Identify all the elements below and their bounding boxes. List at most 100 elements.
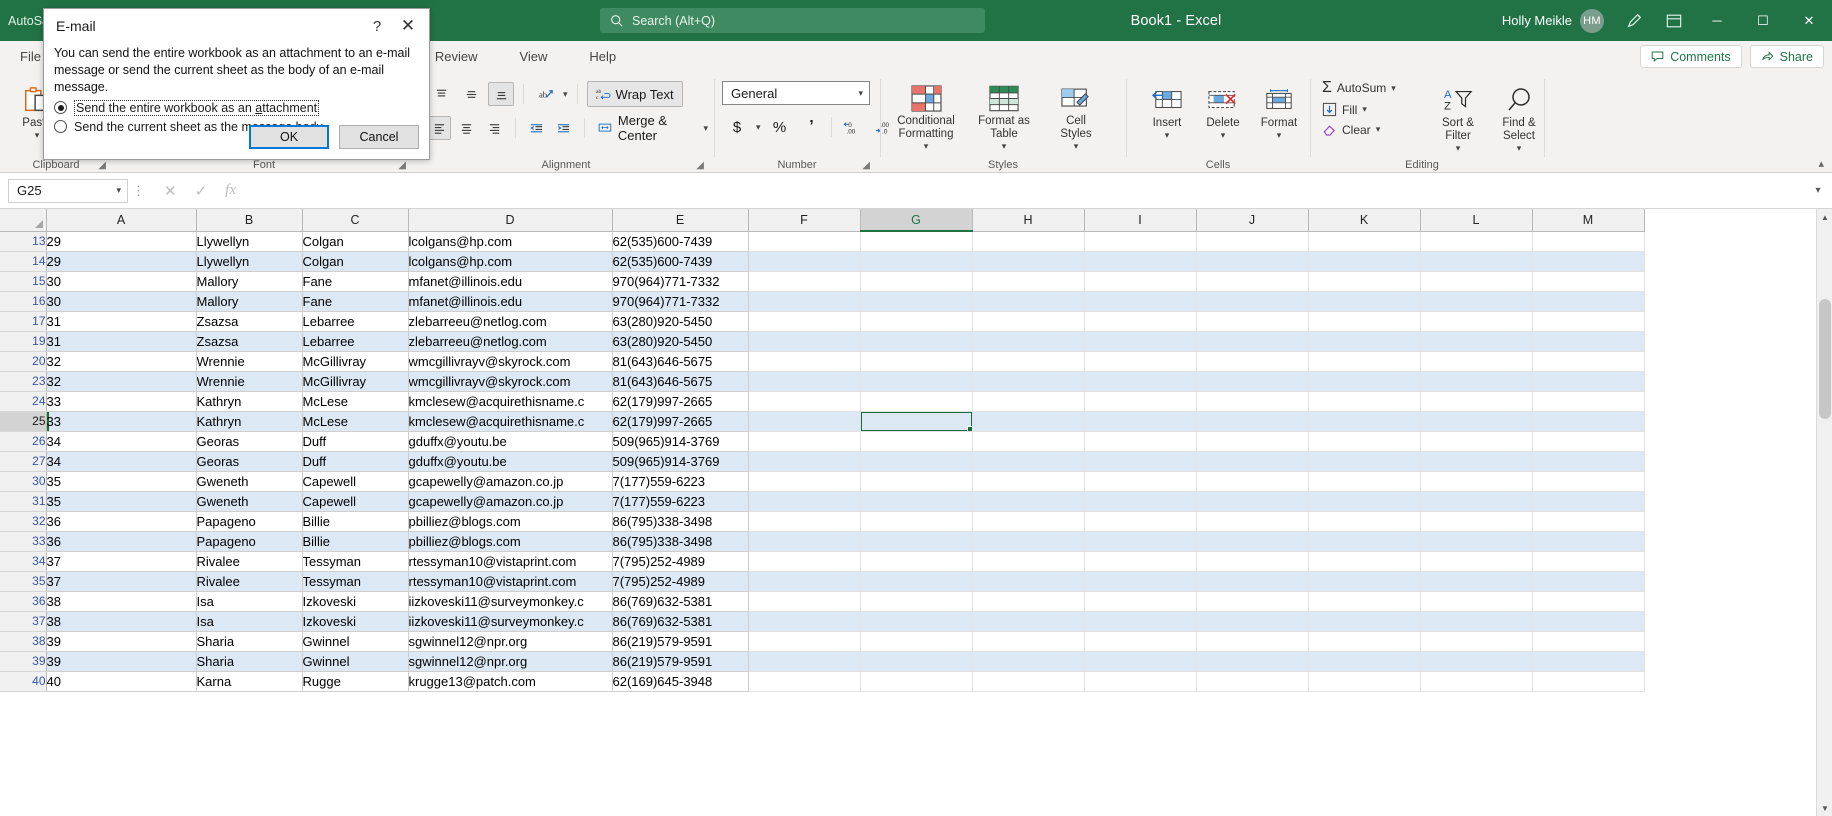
cell-H14[interactable] [972, 251, 1085, 272]
name-box[interactable]: G25 ▾ [8, 178, 128, 203]
tab-review[interactable]: Review [423, 45, 490, 68]
formula-input[interactable] [249, 178, 1804, 203]
cell-J13[interactable] [1196, 231, 1309, 252]
cell-E20[interactable]: 81(643)646-5675 [612, 351, 749, 372]
cell-H40[interactable] [972, 671, 1085, 692]
cell-A17[interactable]: 31 [46, 311, 197, 332]
cell-F25[interactable] [748, 411, 861, 432]
cell-H36[interactable] [972, 591, 1085, 612]
cell-L16[interactable] [1420, 291, 1533, 312]
cell-F34[interactable] [748, 551, 861, 572]
cell-B37[interactable]: Isa [196, 611, 303, 632]
cell-L25[interactable] [1420, 411, 1533, 432]
cell-H23[interactable] [972, 371, 1085, 392]
cell-I25[interactable] [1084, 411, 1197, 432]
cell-D20[interactable]: wmcgillivrayv@skyrock.com [408, 351, 613, 372]
cell-F19[interactable] [748, 331, 861, 352]
cell-E31[interactable]: 7(177)559-6223 [612, 491, 749, 512]
cell-C37[interactable]: Izkoveski [302, 611, 409, 632]
column-header-h[interactable]: H [972, 209, 1085, 232]
align-center-button[interactable] [455, 116, 478, 140]
row-header-26[interactable]: 26 [0, 431, 47, 452]
select-all-button[interactable] [0, 209, 47, 232]
cell-K26[interactable] [1308, 431, 1421, 452]
column-header-j[interactable]: J [1196, 209, 1309, 232]
cell-G19[interactable] [860, 331, 973, 352]
cell-K15[interactable] [1308, 271, 1421, 292]
cell-G24[interactable] [860, 391, 973, 412]
cell-J16[interactable] [1196, 291, 1309, 312]
cell-A31[interactable]: 35 [46, 491, 197, 512]
cell-F40[interactable] [748, 671, 861, 692]
chevron-down-icon[interactable]: ▾ [704, 123, 709, 134]
cell-H15[interactable] [972, 271, 1085, 292]
cell-H32[interactable] [972, 511, 1085, 532]
cell-E34[interactable]: 7(795)252-4989 [612, 551, 749, 572]
cell-M17[interactable] [1532, 311, 1645, 332]
cell-K38[interactable] [1308, 631, 1421, 652]
row-header-19[interactable]: 19 [0, 331, 47, 352]
cell-D38[interactable]: sgwinnel12@npr.org [408, 631, 613, 652]
row-header-17[interactable]: 17 [0, 311, 47, 332]
cell-M27[interactable] [1532, 451, 1645, 472]
cell-G30[interactable] [860, 471, 973, 492]
cell-G14[interactable] [860, 251, 973, 272]
cell-H26[interactable] [972, 431, 1085, 452]
autosum-button[interactable]: Σ AutoSum ▾ [1322, 79, 1396, 97]
ribbon-display-options-icon[interactable] [1654, 0, 1694, 41]
cell-E32[interactable]: 86(795)338-3498 [612, 511, 749, 532]
cell-G33[interactable] [860, 531, 973, 552]
cell-E13[interactable]: 62(535)600-7439 [612, 231, 749, 252]
cell-D35[interactable]: rtessyman10@vistaprint.com [408, 571, 613, 592]
cell-E38[interactable]: 86(219)579-9591 [612, 631, 749, 652]
cell-K14[interactable] [1308, 251, 1421, 272]
cell-C34[interactable]: Tessyman [302, 551, 409, 572]
cell-A20[interactable]: 32 [46, 351, 197, 372]
cell-E35[interactable]: 7(795)252-4989 [612, 571, 749, 592]
cell-I14[interactable] [1084, 251, 1197, 272]
cell-J23[interactable] [1196, 371, 1309, 392]
cell-I39[interactable] [1084, 651, 1197, 672]
cell-J26[interactable] [1196, 431, 1309, 452]
cell-M33[interactable] [1532, 531, 1645, 552]
cell-H38[interactable] [972, 631, 1085, 652]
expand-formula-bar-button[interactable]: ▾ [1804, 185, 1832, 196]
cell-J39[interactable] [1196, 651, 1309, 672]
cell-H24[interactable] [972, 391, 1085, 412]
cell-C40[interactable]: Rugge [302, 671, 409, 692]
increase-decimal-button[interactable]: 0 .00 [838, 115, 864, 139]
tab-view[interactable]: View [507, 45, 559, 68]
column-header-g[interactable]: G [860, 209, 973, 232]
cell-D39[interactable]: sgwinnel12@npr.org [408, 651, 613, 672]
cell-E37[interactable]: 86(769)632-5381 [612, 611, 749, 632]
cell-L40[interactable] [1420, 671, 1533, 692]
cell-H33[interactable] [972, 531, 1085, 552]
cell-E25[interactable]: 62(179)997-2665 [612, 411, 749, 432]
cell-I26[interactable] [1084, 431, 1197, 452]
cell-D34[interactable]: rtessyman10@vistaprint.com [408, 551, 613, 572]
minimize-button[interactable]: ─ [1694, 0, 1740, 41]
cell-G40[interactable] [860, 671, 973, 692]
scrollbar-thumb[interactable] [1819, 299, 1831, 419]
chevron-down-icon[interactable]: ▾ [563, 89, 568, 100]
cell-C30[interactable]: Capewell [302, 471, 409, 492]
cell-A37[interactable]: 38 [46, 611, 197, 632]
cell-D24[interactable]: kmclesew@acquirethisname.c [408, 391, 613, 412]
cell-K25[interactable] [1308, 411, 1421, 432]
cell-L26[interactable] [1420, 431, 1533, 452]
currency-format-button[interactable]: $ [724, 115, 750, 139]
cell-F23[interactable] [748, 371, 861, 392]
cell-B27[interactable]: Georas [196, 451, 303, 472]
cell-A27[interactable]: 34 [46, 451, 197, 472]
cell-G27[interactable] [860, 451, 973, 472]
cell-G26[interactable] [860, 431, 973, 452]
cell-M16[interactable] [1532, 291, 1645, 312]
cell-B34[interactable]: Rivalee [196, 551, 303, 572]
cell-K32[interactable] [1308, 511, 1421, 532]
account-button[interactable]: Holly Meikle HM [1502, 8, 1604, 33]
cell-F27[interactable] [748, 451, 861, 472]
row-header-36[interactable]: 36 [0, 591, 47, 612]
cell-L33[interactable] [1420, 531, 1533, 552]
cancel-icon[interactable]: ✕ [164, 182, 177, 200]
align-left-button[interactable] [428, 116, 452, 140]
